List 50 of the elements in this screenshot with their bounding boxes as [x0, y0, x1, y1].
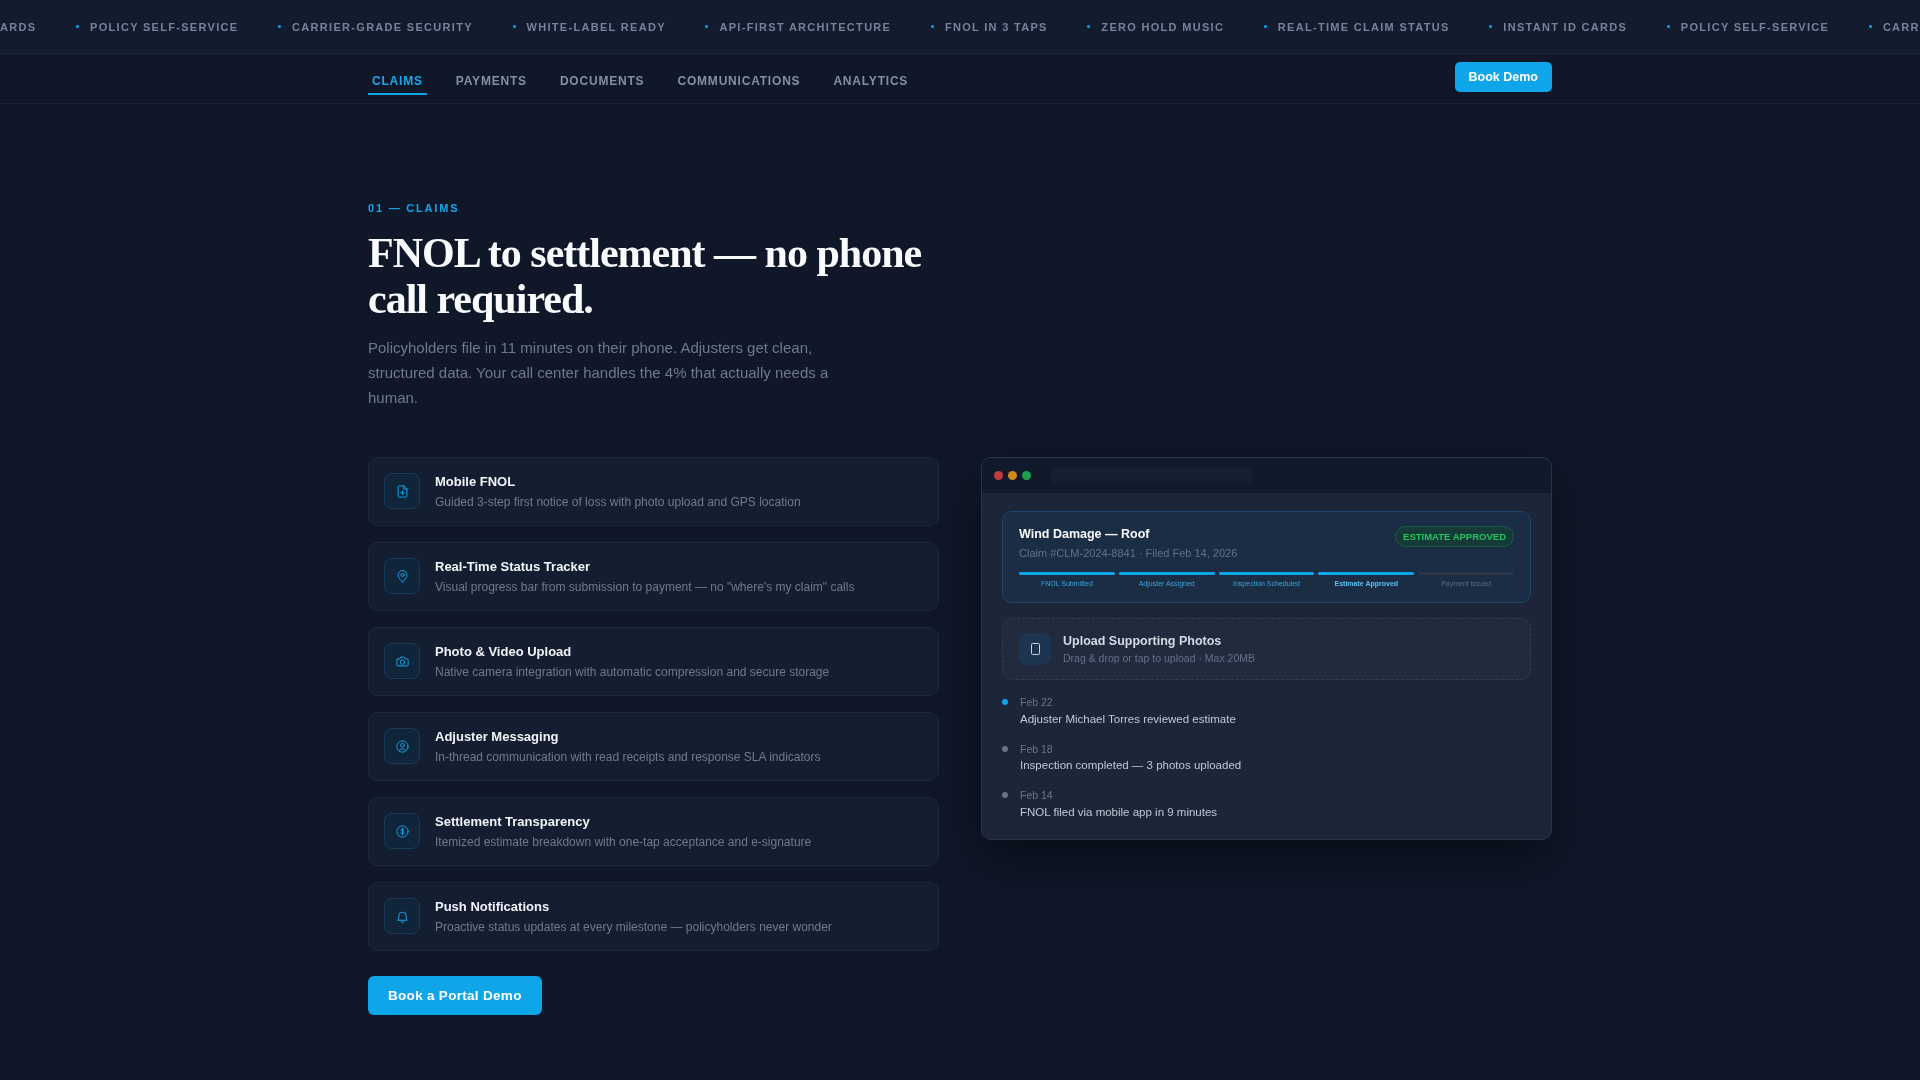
claim-title: Wind Damage — Roof — [1019, 526, 1151, 542]
feature-description: Guided 3-step first notice of loss with photo upload and GPS location — [435, 494, 801, 510]
timeline-text: FNOL filed via mobile app in 9 minutes — [1020, 804, 1218, 820]
section-eyebrow: 01 — CLAIMS — [368, 201, 460, 215]
ticker-text: ARDS — [0, 19, 37, 34]
ticker-text: CARR — [1882, 19, 1920, 34]
feature-description: In-thread communication with read receipts and response SLA indicators — [435, 749, 821, 765]
ticker-text: POLICY SELF-SERVICE — [1680, 19, 1830, 34]
nav-tab[interactable]: CLAIMS — [368, 73, 427, 95]
ticker-text: POLICY SELF-SERVICE — [90, 19, 239, 34]
nav-tab[interactable]: DOCUMENTS — [555, 73, 649, 95]
timeline-date: Feb 14 — [1020, 788, 1054, 802]
timeline-text: Inspection completed — 3 photos uploaded — [1020, 758, 1242, 773]
ticker-text: ZERO HOLD MUSIC — [1101, 19, 1225, 34]
nav-tab[interactable]: ANALYTICS — [829, 73, 913, 95]
feature-description: Native camera integration with automatic compression and secure storage — [435, 664, 830, 680]
feature-title: Push Notifications — [435, 898, 551, 916]
feature-title: Photo & Video Upload — [435, 643, 573, 661]
ticker-text: API-FIRST ARCHITECTURE — [719, 19, 892, 34]
status-badge: ESTIMATE APPROVED — [1395, 526, 1514, 547]
feature-title: Adjuster Messaging — [435, 728, 560, 746]
book-portal-demo-button[interactable]: Book a Portal Demo — [368, 976, 542, 1015]
upload-dropzone[interactable]: Upload Supporting Photos Drag & drop or tap to upload · Max 20MB — [1002, 618, 1531, 680]
section-lead: Policyholders file in 11 minutes on their phone. Adjusters get clean, structured data. Your call center handles the 4% that actually needs a human. — [368, 338, 830, 408]
upload-title: Upload Supporting Photos — [1063, 633, 1223, 649]
map-pin-icon — [384, 558, 420, 594]
book-demo-button[interactable]: Book Demo — [1454, 62, 1552, 92]
claim-subtitle: Claim #CLM-2024-8841 · Filed Feb 14, 2026 — [1019, 546, 1238, 560]
ticker-text: REAL-TIME CLAIM STATUS — [1277, 19, 1450, 34]
feature-title: Mobile FNOL — [435, 473, 517, 491]
document-plus-icon — [384, 473, 420, 509]
feature-title: Real-Time Status Tracker — [435, 558, 592, 576]
ticker-text: CARRIER-GRADE SECURITY — [292, 19, 473, 34]
ticker-text: WHITE-LABEL READY — [526, 19, 666, 34]
feature-description: Itemized estimate breakdown with one-tap acceptance and e-signature — [435, 834, 812, 850]
upload-hint: Drag & drop or tap to upload · Max 20MB — [1063, 651, 1255, 665]
section-heading: FNOL to settlement — no phone call required. — [368, 230, 923, 322]
camera-icon — [384, 643, 420, 679]
timeline-date: Feb 22 — [1020, 695, 1054, 709]
timeline-text: Adjuster Michael Torres reviewed estimate — [1020, 711, 1236, 727]
nav-tab[interactable]: COMMUNICATIONS — [673, 73, 805, 95]
feature-title: Settlement Transparency — [435, 813, 591, 831]
bell-icon — [384, 898, 420, 934]
nav-tab[interactable]: PAYMENTS — [451, 73, 531, 95]
feature-description: Visual progress bar from submission to payment — no "where's my claim" calls — [435, 579, 855, 595]
feature-description: Proactive status updates at every milestone — policyholders never wonder — [435, 919, 832, 935]
timeline-date: Feb 18 — [1020, 741, 1054, 756]
ticker-text: INSTANT ID CARDS — [1503, 19, 1628, 34]
phone-icon — [1019, 633, 1051, 665]
ticker-text: FNOL IN 3 TAPS — [944, 19, 1048, 34]
